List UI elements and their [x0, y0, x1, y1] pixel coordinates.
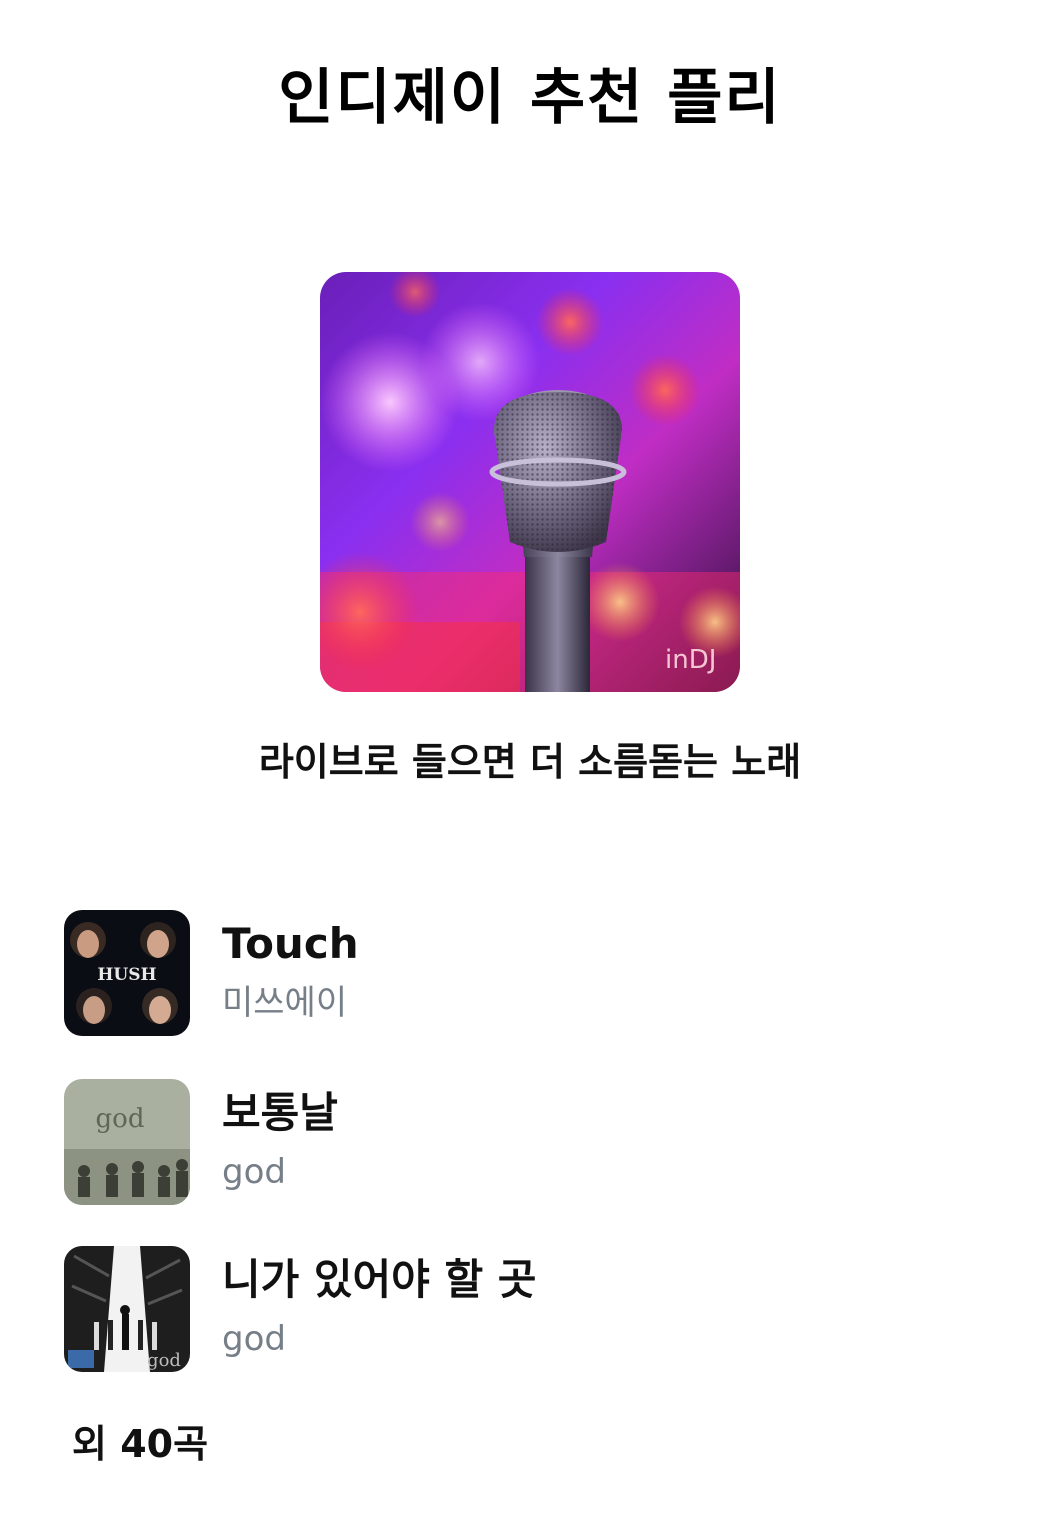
microphone-cover-image: inDJ — [320, 272, 740, 692]
svg-text:god: god — [147, 1350, 181, 1371]
track-item-2[interactable]: god 보통날 god — [64, 1079, 964, 1205]
page-title: 인디제이 추천 플리 — [278, 63, 782, 133]
track-artist: 미쓰에이 — [222, 983, 348, 1023]
album-art-1: HUSH — [64, 910, 190, 1036]
album-art-3: god — [64, 1246, 190, 1372]
playlist-description: 라이브로 들으면 더 소름돋는 노래 — [258, 740, 802, 784]
more-tracks-count[interactable]: 외 40곡 — [72, 1416, 208, 1472]
svg-text:HUSH: HUSH — [97, 965, 156, 985]
album-art-2: god — [64, 1079, 190, 1205]
track-item-1[interactable]: HUSH Touch 미쓰에이 — [64, 910, 964, 1036]
track-item-3[interactable]: god 니가 있어야 할 곳 god — [64, 1246, 964, 1372]
svg-text:god: god — [96, 1104, 145, 1134]
svg-text:inDJ: inDJ — [665, 645, 716, 675]
track-title: 니가 있어야 할 곳 — [222, 1255, 537, 1304]
playlist-cover-image[interactable]: inDJ — [320, 272, 740, 692]
track-artist: god — [222, 1152, 286, 1192]
track-title: Touch — [222, 919, 359, 968]
track-title: 보통날 — [222, 1088, 338, 1137]
track-artist: god — [222, 1319, 286, 1359]
